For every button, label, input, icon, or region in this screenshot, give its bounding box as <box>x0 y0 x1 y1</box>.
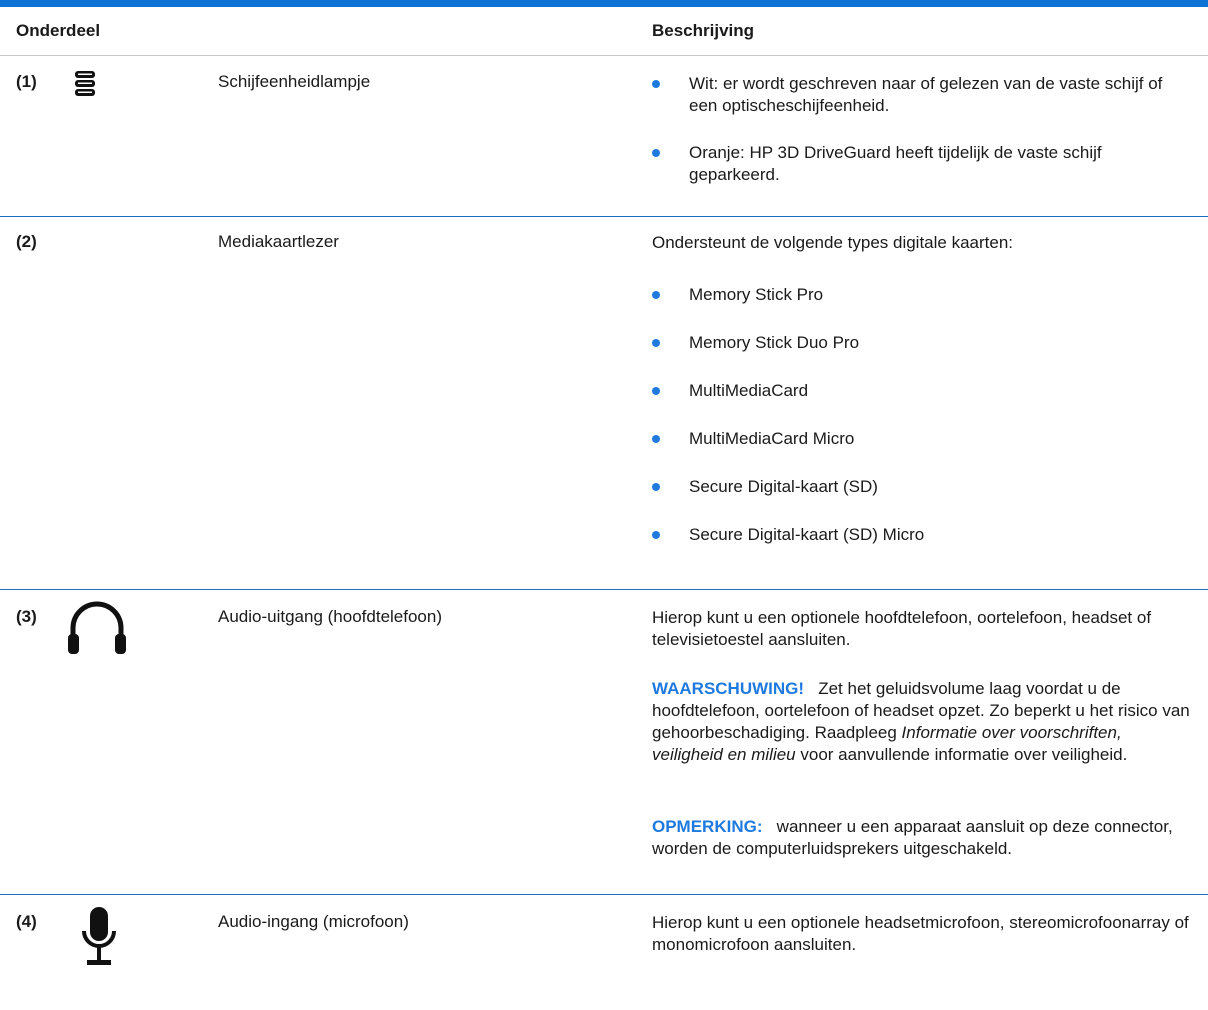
note-label: OPMERKING: <box>652 817 763 836</box>
hard-drive-light-icon <box>74 70 96 103</box>
list-item: Wit: er wordt geschreven naar of gelezen… <box>652 73 1192 117</box>
component-description: Hierop kunt u een optionele hoofdtelefoo… <box>652 608 1152 649</box>
header-component: Onderdeel <box>16 21 101 40</box>
bullet-dot <box>652 291 660 299</box>
bullet-dot <box>652 339 660 347</box>
bullet-dot <box>652 387 660 395</box>
table-row: (1) Schijfeenheidlampje Wit: er wordt ge… <box>0 56 1208 217</box>
bullet-dot <box>652 531 660 539</box>
header-description: Beschrijving <box>652 21 755 40</box>
warning-label: WAARSCHUWING! <box>652 679 805 698</box>
table-row: (2) Mediakaartlezer Ondersteunt de volge… <box>0 217 1208 590</box>
microphone-icon <box>80 905 118 1010</box>
bullet-dot <box>652 483 660 491</box>
info-note: OPMERKING: wanneer u een apparaat aanslu… <box>652 817 1173 858</box>
warning-note: WAARSCHUWING! Zet het geluidsvolume laag… <box>652 679 1190 764</box>
bullet-dot <box>652 80 660 88</box>
component-name: Audio-uitgang (hoofdtelefoon) <box>218 607 442 626</box>
headphones-icon <box>66 600 128 661</box>
bullet-dot <box>652 435 660 443</box>
row-number: (3) <box>16 607 37 626</box>
row-number: (1) <box>16 72 37 91</box>
component-name: Audio-ingang (microfoon) <box>218 912 409 931</box>
list-item: Oranje: HP 3D DriveGuard heeft tijdelijk… <box>652 142 1192 186</box>
table-row: (4) Audio-ingang (microfoon) Hierop kunt… <box>0 895 1208 1004</box>
row-number: (2) <box>16 232 37 251</box>
row-number: (4) <box>16 912 37 931</box>
bullet-dot <box>652 149 660 157</box>
component-name: Mediakaartlezer <box>218 232 339 251</box>
table-row: (3) Audio-uitgang (hoofdtelefoon) Hierop… <box>0 590 1208 895</box>
table-header: Onderdeel Beschrijving <box>0 7 1208 56</box>
table-top-bar <box>0 0 1208 7</box>
component-name: Schijfeenheidlampje <box>218 72 371 91</box>
component-intro: Ondersteunt de volgende types digitale k… <box>652 233 1014 252</box>
component-description: Hierop kunt u een optionele headsetmicro… <box>652 913 1189 954</box>
